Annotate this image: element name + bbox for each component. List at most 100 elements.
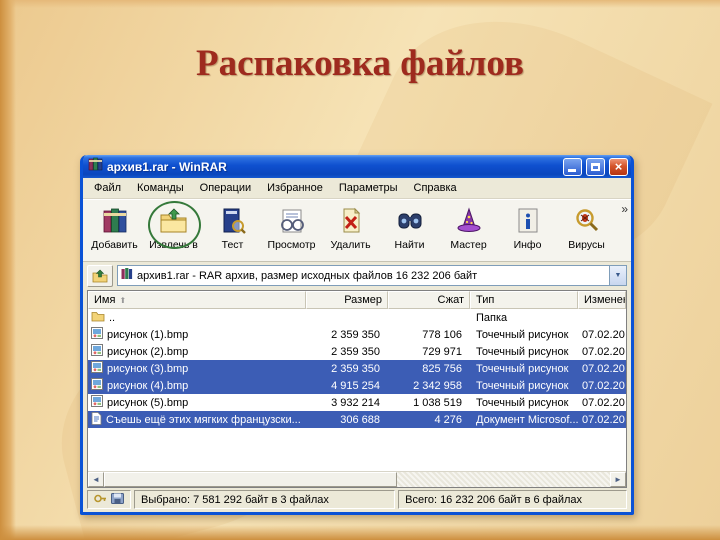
menu-operations[interactable]: Операции	[192, 179, 259, 197]
file-name: рисунок (1).bmp	[107, 328, 189, 341]
slide-title: Распаковка файлов	[196, 43, 524, 84]
bitmap-icon	[91, 327, 103, 342]
table-row[interactable]: рисунок (3).bmp 2 359 350 825 756 Точечн…	[88, 360, 626, 377]
delete-button[interactable]: Удалить	[321, 201, 380, 261]
combobox-dropdown-button[interactable]: ▼	[609, 266, 626, 285]
table-row[interactable]: Съешь ещё этих мягких французски... 306 …	[88, 411, 626, 428]
extract-label: Извлечь в	[149, 239, 198, 251]
table-row[interactable]: .. Папка	[88, 309, 626, 326]
menu-help[interactable]: Справка	[406, 179, 465, 197]
scrollbar-thumb[interactable]	[104, 472, 398, 487]
menu-commands[interactable]: Команды	[129, 179, 192, 197]
column-header-type[interactable]: Тип	[470, 291, 578, 309]
column-header-name[interactable]: Имя ⬆	[88, 291, 306, 309]
up-one-level-button[interactable]	[87, 264, 113, 287]
file-type: Точечный рисунок	[476, 345, 569, 358]
maximize-button[interactable]	[586, 157, 605, 176]
window-title: архив1.rar - WinRAR	[107, 159, 227, 174]
file-type: Точечный рисунок	[476, 396, 569, 409]
file-type: Точечный рисунок	[476, 362, 569, 375]
file-packed: 825 756	[422, 362, 462, 375]
winrar-window: архив1.rar - WinRAR × Файл Команды Опера…	[80, 155, 634, 515]
bitmap-icon	[91, 344, 103, 359]
file-size: 2 359 350	[331, 362, 380, 375]
file-list-panel: Имя ⬆ Размер Сжат Тип Изменен .. Папка р…	[87, 290, 627, 488]
scroll-right-button[interactable]: ►	[610, 472, 626, 487]
archive-path-combobox[interactable]: архив1.rar - RAR архив, размер исходных …	[117, 265, 627, 286]
archive-description: архив1.rar - RAR архив, размер исходных …	[137, 269, 478, 282]
file-modified: 07.02.20	[582, 396, 625, 409]
file-packed: 1 038 519	[413, 396, 462, 409]
virus-label: Вирусы	[568, 239, 605, 251]
file-name: рисунок (2).bmp	[107, 345, 189, 358]
wizard-button[interactable]: Мастер	[439, 201, 498, 261]
view-label: Просмотр	[267, 239, 316, 251]
file-size: 3 932 214	[331, 396, 380, 409]
table-row[interactable]: рисунок (4).bmp 4 915 254 2 342 958 Точе…	[88, 377, 626, 394]
table-row[interactable]: рисунок (2).bmp 2 359 350 729 971 Точечн…	[88, 343, 626, 360]
add-button[interactable]: Добавить	[85, 201, 144, 261]
extract-icon	[158, 205, 190, 237]
slide-edge-bottom	[0, 525, 720, 540]
status-selected: Выбрано: 7 581 292 байт в 3 файлах	[134, 490, 396, 509]
slide-edge-top	[0, 0, 720, 8]
extract-button[interactable]: Извлечь в	[144, 201, 203, 261]
scrollbar-track[interactable]	[104, 472, 610, 487]
close-button[interactable]: ×	[609, 157, 628, 176]
sort-ascending-icon: ⬆	[119, 295, 127, 305]
chevron-down-icon: ▼	[614, 272, 622, 279]
folder-up-icon	[92, 269, 108, 282]
find-label: Найти	[394, 239, 425, 251]
file-modified: 07.02.20	[582, 413, 625, 426]
menu-file[interactable]: Файл	[86, 179, 129, 197]
table-row[interactable]: рисунок (1).bmp 2 359 350 778 106 Точечн…	[88, 326, 626, 343]
doc-icon	[91, 411, 102, 428]
archive-icon	[121, 268, 133, 283]
file-name: рисунок (5).bmp	[107, 396, 189, 409]
column-header-size[interactable]: Размер	[306, 291, 388, 309]
address-bar: архив1.rar - RAR архив, размер исходных …	[83, 262, 631, 289]
virus-scan-button[interactable]: Вирусы	[557, 201, 616, 261]
disk-icon	[111, 492, 124, 507]
info-icon	[512, 205, 544, 237]
close-icon: ×	[614, 159, 623, 174]
file-packed: 778 106	[422, 328, 462, 341]
key-icon	[94, 493, 107, 507]
window-titlebar[interactable]: архив1.rar - WinRAR ×	[83, 155, 631, 178]
view-button[interactable]: Просмотр	[262, 201, 321, 261]
add-icon	[99, 205, 131, 237]
test-button[interactable]: Тест	[203, 201, 262, 261]
bitmap-icon	[91, 395, 103, 410]
view-icon	[276, 205, 308, 237]
file-size: 306 688	[340, 413, 380, 426]
menu-options[interactable]: Параметры	[331, 179, 406, 197]
column-headers: Имя ⬆ Размер Сжат Тип Изменен	[88, 291, 626, 309]
horizontal-scrollbar[interactable]: ◄ ►	[88, 471, 626, 487]
minimize-button[interactable]	[563, 157, 582, 176]
presentation-slide: Распаковка файлов архив1.rar - WinRAR × …	[0, 0, 720, 540]
info-button[interactable]: Инфо	[498, 201, 557, 261]
menu-favorites[interactable]: Избранное	[259, 179, 331, 197]
column-header-packed[interactable]: Сжат	[388, 291, 470, 309]
info-label: Инфо	[513, 239, 542, 251]
test-icon	[217, 205, 249, 237]
scroll-left-button[interactable]: ◄	[88, 472, 104, 487]
file-rows: .. Папка рисунок (1).bmp 2 359 350 778 1…	[88, 309, 626, 471]
file-type: Точечный рисунок	[476, 328, 569, 341]
file-modified: 07.02.20	[582, 379, 625, 392]
file-name: рисунок (4).bmp	[107, 379, 189, 392]
find-icon	[394, 205, 426, 237]
column-label: Имя	[94, 294, 116, 306]
wizard-label: Мастер	[450, 239, 487, 251]
file-size: 2 359 350	[331, 345, 380, 358]
toolbar-overflow-chevron[interactable]: »	[621, 202, 628, 216]
column-header-modified[interactable]: Изменен	[578, 291, 626, 309]
find-button[interactable]: Найти	[380, 201, 439, 261]
table-row[interactable]: рисунок (5).bmp 3 932 214 1 038 519 Точе…	[88, 394, 626, 411]
status-total: Всего: 16 232 206 байт в 6 файлах	[398, 490, 627, 509]
file-type: Точечный рисунок	[476, 379, 569, 392]
menu-bar: Файл Команды Операции Избранное Параметр…	[83, 178, 631, 199]
folder-icon	[91, 310, 105, 325]
add-label: Добавить	[91, 239, 138, 251]
file-type: Документ Microsof...	[476, 413, 578, 426]
